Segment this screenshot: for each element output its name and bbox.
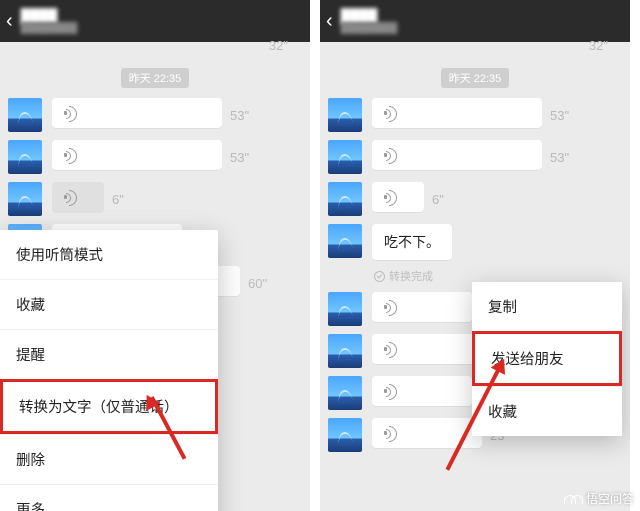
- back-icon[interactable]: ‹: [6, 10, 13, 33]
- voice-msg-selected[interactable]: 6": [8, 182, 302, 216]
- time-chip: 昨天 22:35: [121, 68, 190, 88]
- menu-remind[interactable]: 提醒: [0, 329, 218, 379]
- check-icon: [374, 271, 385, 282]
- duration-label: 53": [550, 108, 569, 123]
- menu-earpiece[interactable]: 使用听筒模式: [0, 230, 218, 279]
- time-chip: 昨天 22:35: [441, 68, 510, 88]
- voice-icon: [384, 384, 398, 398]
- voice-icon: [384, 190, 398, 204]
- duration-label: 53": [550, 150, 569, 165]
- voice-icon: [384, 148, 398, 162]
- phone-right: ‹ ████ ████████ 32" 昨天 22:35 53" 53" 6" …: [320, 0, 630, 511]
- menu-convert-to-text[interactable]: 转换为文字（仅普通话）: [0, 379, 218, 434]
- voice-icon: [64, 190, 78, 204]
- voice-icon: [64, 106, 78, 120]
- topbar: ‹ ████ ████████: [0, 0, 310, 42]
- avatar[interactable]: [328, 140, 362, 174]
- voice-msg[interactable]: 53": [8, 140, 302, 174]
- avatar[interactable]: [8, 98, 42, 132]
- avatar[interactable]: [328, 182, 362, 216]
- avatar[interactable]: [328, 376, 362, 410]
- avatar[interactable]: [328, 292, 362, 326]
- avatar[interactable]: [328, 418, 362, 452]
- menu-copy[interactable]: 复制: [472, 282, 622, 331]
- voice-msg[interactable]: 6": [328, 182, 622, 216]
- voice-msg[interactable]: 53": [328, 98, 622, 132]
- menu-more[interactable]: 更多: [0, 484, 218, 511]
- phone-left: ‹ ████ ████████ 32" 昨天 22:35 53" 53" 6": [0, 0, 310, 511]
- duration-label: 53": [230, 150, 249, 165]
- avatar[interactable]: [8, 140, 42, 174]
- topbar: ‹ ████ ████████: [320, 0, 630, 42]
- avatar[interactable]: [8, 182, 42, 216]
- voice-msg[interactable]: 53": [328, 140, 622, 174]
- voice-icon: [384, 106, 398, 120]
- prev-duration: 32": [589, 38, 608, 53]
- voice-icon: [384, 342, 398, 356]
- text-msg[interactable]: 吃不下。: [328, 224, 622, 260]
- avatar[interactable]: [328, 224, 362, 258]
- watermark: 悟空问答: [564, 490, 634, 507]
- back-icon[interactable]: ‹: [326, 10, 333, 33]
- voice-icon: [64, 148, 78, 162]
- duration-label: 6": [432, 192, 444, 207]
- avatar[interactable]: [328, 334, 362, 368]
- menu-favorite[interactable]: 收藏: [472, 386, 622, 436]
- chat-title: ████ ████████: [341, 9, 398, 34]
- chat-title: ████ ████████: [21, 9, 78, 34]
- prev-duration: 32": [269, 38, 288, 53]
- voice-msg[interactable]: 53": [8, 98, 302, 132]
- voice-icon: [384, 426, 398, 440]
- duration-label: 60": [248, 276, 267, 291]
- menu-favorite[interactable]: 收藏: [0, 279, 218, 329]
- wukong-icon: [564, 493, 582, 505]
- duration-label: 6": [112, 192, 124, 207]
- avatar[interactable]: [328, 98, 362, 132]
- context-menu-left: 使用听筒模式 收藏 提醒 转换为文字（仅普通话） 删除 更多: [0, 230, 218, 511]
- menu-delete[interactable]: 删除: [0, 434, 218, 484]
- duration-label: 53": [230, 108, 249, 123]
- voice-icon: [384, 300, 398, 314]
